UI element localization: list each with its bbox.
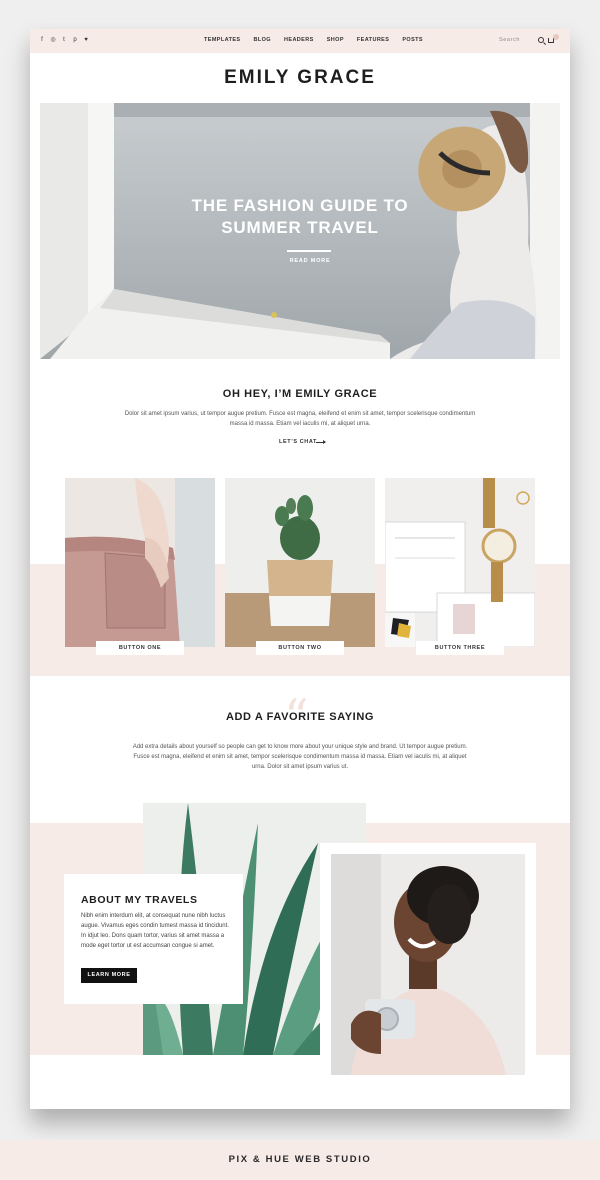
nav-item-headers[interactable]: HEADERS: [284, 37, 314, 43]
nav-item-posts[interactable]: POSTS: [402, 37, 423, 43]
intro-text: Dolor sit amet ipsum varius, ut tempor a…: [124, 411, 476, 427]
main-nav: TEMPLATES BLOG HEADERS SHOP FEATURES POS…: [204, 37, 423, 43]
learn-more-button[interactable]: LEARN MORE: [81, 968, 137, 983]
hero-title-line-1: THE FASHION GUIDE TO: [191, 196, 409, 215]
instagram-icon[interactable]: ◎: [50, 37, 56, 43]
button-three[interactable]: BUTTON THREE: [416, 641, 504, 655]
feature-card-two[interactable]: [225, 478, 375, 647]
saying-text: Add extra details about yourself so peop…: [132, 744, 468, 770]
about-title: ABOUT MY TRAVELS: [81, 894, 198, 906]
portrait-photo: [331, 854, 525, 1075]
lets-chat-link[interactable]: LET’S CHAT: [279, 439, 317, 445]
hero-divider: [287, 250, 331, 252]
top-nav-bar: f ◎ t p ♥ TEMPLATES BLOG HEADERS SHOP FE…: [30, 29, 570, 53]
hero-read-more-link[interactable]: READ MORE: [280, 258, 340, 264]
nav-item-shop[interactable]: SHOP: [327, 37, 344, 43]
hero-title: THE FASHION GUIDE TO SUMMER TRAVEL: [178, 195, 422, 239]
feature-photo-pants: [65, 478, 215, 647]
cart-badge: [553, 34, 559, 40]
about-card: ABOUT MY TRAVELS Nibh enim interdum elit…: [64, 874, 243, 1004]
button-one[interactable]: BUTTON ONE: [96, 641, 184, 655]
feature-photo-cactus: [225, 478, 375, 647]
feature-card-one[interactable]: [65, 478, 215, 647]
nav-item-templates[interactable]: TEMPLATES: [204, 37, 241, 43]
portrait-illustration: [331, 854, 525, 1075]
about-text: Nibh enim interdum elit, at consequat nu…: [81, 913, 229, 949]
search-icon[interactable]: [538, 37, 544, 43]
button-two[interactable]: BUTTON TWO: [256, 641, 344, 655]
social-icons: f ◎ t p ♥: [39, 37, 89, 43]
twitter-icon[interactable]: t: [61, 37, 67, 43]
search-input[interactable]: Search: [499, 37, 520, 43]
facebook-icon[interactable]: f: [39, 37, 45, 43]
page-mockup: f ◎ t p ♥ TEMPLATES BLOG HEADERS SHOP FE…: [30, 29, 570, 1109]
footer-credit: PIX & HUE WEB STUDIO: [228, 1154, 372, 1165]
site-logo[interactable]: EMILY GRACE: [30, 67, 570, 89]
hero-banner[interactable]: THE FASHION GUIDE TO SUMMER TRAVEL READ …: [40, 103, 560, 359]
heart-icon[interactable]: ♥: [83, 37, 89, 43]
nav-item-blog[interactable]: BLOG: [254, 37, 272, 43]
saying-title: ADD A FAVORITE SAYING: [225, 711, 375, 723]
footer-bar: PIX & HUE WEB STUDIO: [0, 1140, 600, 1180]
intro-title: OH HEY, I’M EMILY GRACE: [222, 388, 378, 400]
nav-item-features[interactable]: FEATURES: [357, 37, 389, 43]
pinterest-icon[interactable]: p: [72, 37, 78, 43]
feature-photo-planner: [385, 478, 535, 647]
feature-card-three[interactable]: [385, 478, 535, 647]
hero-title-line-2: SUMMER TRAVEL: [221, 218, 379, 237]
arrow-right-icon: [316, 439, 326, 444]
